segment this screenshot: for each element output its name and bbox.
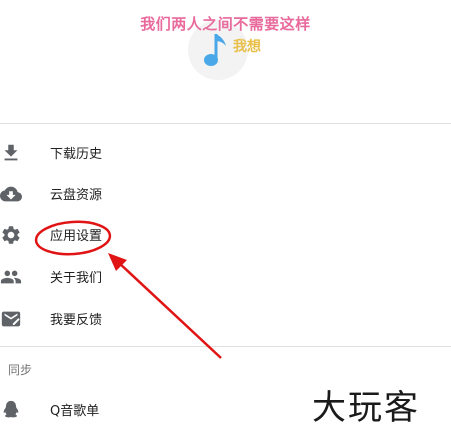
header-title: 我们两人之间不需要这样 [140,15,311,33]
qq-icon [3,400,19,418]
header-divider [0,123,451,124]
menu-item-label: 我要反馈 [50,313,103,328]
gear-icon [2,226,20,244]
section-divider [0,346,451,347]
menu-item-download-history[interactable]: 下载历史 [0,132,451,172]
menu-item-label: 应用设置 [50,229,103,244]
header-subtitle: 我想 [233,39,261,55]
menu-item-label: 下载历史 [50,147,103,162]
download-icon [4,144,18,161]
music-note-icon [204,34,226,66]
watermark: 大玩客 [312,388,420,428]
menu-item-app-settings[interactable]: 应用设置 [0,214,451,254]
menu-item-label: 关于我们 [50,271,103,286]
menu-item-feedback[interactable]: 我要反馈 [0,298,451,338]
menu-item-cloud-resources[interactable]: 云盘资源 [0,173,451,213]
menu-item-label: 云盘资源 [50,188,103,203]
people-icon [0,270,22,284]
section-header-sync: 同步 [8,363,33,377]
menu-item-about-us[interactable]: 关于我们 [0,256,451,296]
menu-item-label: Q音歌单 [50,404,100,419]
cloud-icon [0,186,22,202]
feedback-icon [1,311,21,327]
drawer-header: 我们两人之间不需要这样 我想 [0,0,451,123]
